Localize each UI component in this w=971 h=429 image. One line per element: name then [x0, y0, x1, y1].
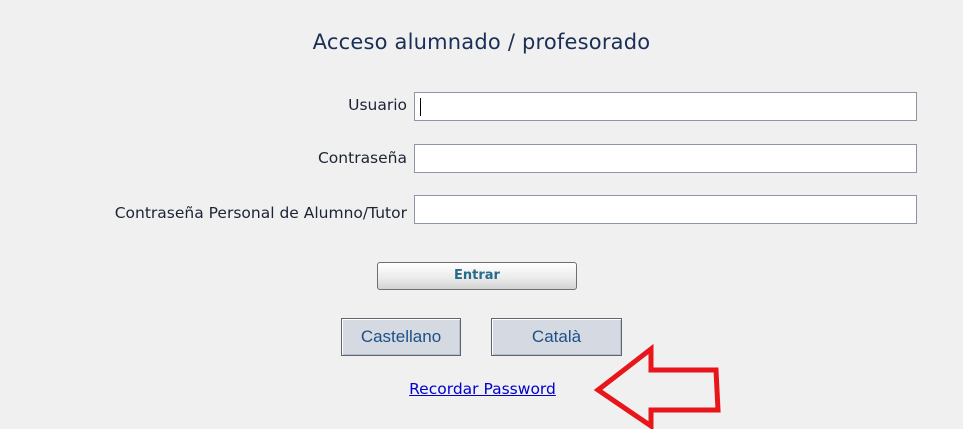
personal-password-label: Contraseña Personal de Alumno/Tutor	[114, 204, 407, 222]
username-label: Usuario	[348, 96, 407, 114]
recover-password-link[interactable]: Recordar Password	[386, 380, 579, 398]
password-input[interactable]	[414, 144, 917, 173]
personal-password-input[interactable]	[414, 195, 917, 224]
login-panel: Acceso alumnado / profesorado Usuario Co…	[0, 0, 963, 429]
language-button-castellano[interactable]: Castellano	[341, 318, 461, 356]
username-input[interactable]	[414, 92, 917, 121]
page-title: Acceso alumnado / profesorado	[312, 30, 651, 54]
left-arrow-icon	[594, 344, 721, 429]
login-button[interactable]: Entrar	[377, 262, 577, 290]
text-cursor	[420, 98, 421, 116]
password-label: Contraseña	[317, 149, 407, 167]
